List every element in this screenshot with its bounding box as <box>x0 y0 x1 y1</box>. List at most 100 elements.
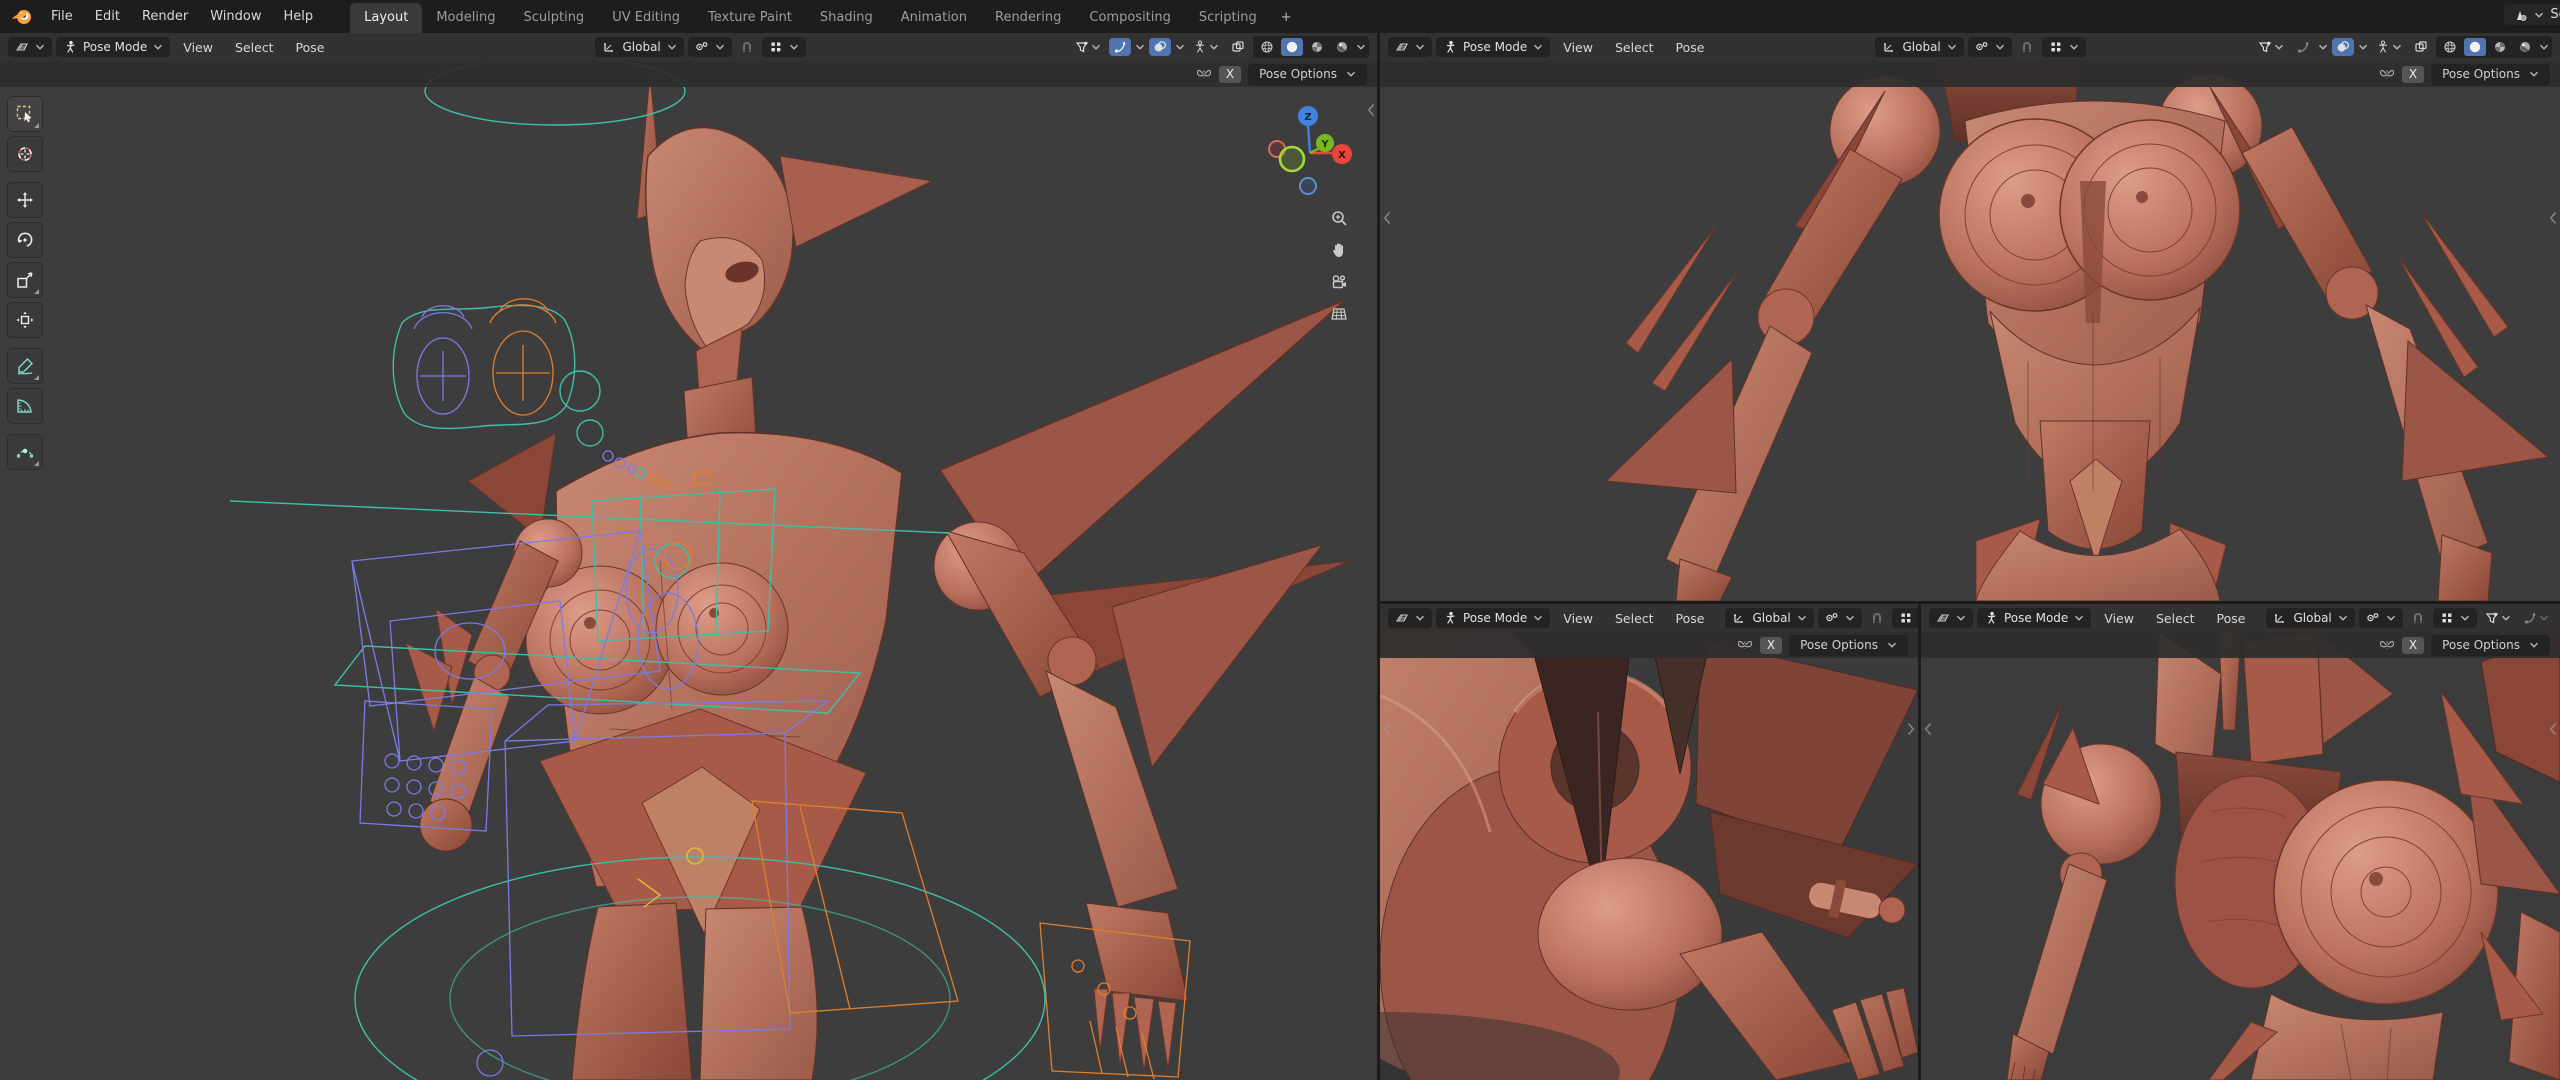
chevron-down-icon[interactable] <box>2358 43 2368 51</box>
shading-wireframe-button[interactable] <box>2439 38 2461 56</box>
viewport-bottom-middle[interactable]: Pose Mode View Select Pose Global <box>1380 604 1918 1080</box>
menu-pose[interactable]: Pose <box>1667 611 1714 626</box>
navigation-gizmo[interactable]: Z Y X <box>1252 69 1372 329</box>
pose-options-dropdown[interactable]: Pose Options <box>1789 635 1908 656</box>
snap-settings[interactable] <box>1892 608 1918 628</box>
menu-view[interactable]: View <box>2095 611 2143 626</box>
region-collapse-arrow[interactable] <box>2549 211 2557 225</box>
tool-scale[interactable] <box>7 262 43 298</box>
viewport-canvas[interactable]: Z Y X <box>0 61 1377 1080</box>
menu-edit[interactable]: Edit <box>84 9 131 24</box>
add-workspace-button[interactable]: + <box>1271 3 1302 33</box>
region-collapse-arrow[interactable] <box>2549 722 2557 736</box>
snap-toggle[interactable] <box>1866 609 1888 627</box>
menu-select[interactable]: Select <box>2147 611 2204 626</box>
viewport-top-right[interactable]: Pose Mode View Select Pose Global <box>1380 33 2560 601</box>
editor-type-button[interactable] <box>8 37 52 57</box>
snap-toggle[interactable] <box>2016 38 2038 56</box>
editor-type-button[interactable] <box>1388 37 1432 57</box>
xray-pose-toggle[interactable] <box>1189 38 1223 56</box>
xray-pose-toggle[interactable] <box>2372 38 2406 56</box>
mirror-x-toggle[interactable]: X <box>1219 66 1241 83</box>
pivot-point-selector[interactable] <box>1818 608 1862 628</box>
menu-help[interactable]: Help <box>273 9 325 24</box>
snap-settings[interactable] <box>2042 37 2086 57</box>
menu-select[interactable]: Select <box>1606 611 1663 626</box>
object-visibility-filter[interactable] <box>2254 38 2288 56</box>
menu-window[interactable]: Window <box>199 9 272 24</box>
chevron-down-icon[interactable] <box>1135 43 1145 51</box>
tool-rotate[interactable] <box>7 222 43 258</box>
pivot-point-selector[interactable] <box>688 37 732 57</box>
region-collapse-arrow[interactable] <box>1383 211 1391 225</box>
show-gizmo-toggle[interactable] <box>2519 609 2553 627</box>
tab-scripting[interactable]: Scripting <box>1185 3 1271 33</box>
menu-pose[interactable]: Pose <box>287 40 334 55</box>
menu-pose[interactable]: Pose <box>2208 611 2255 626</box>
show-overlays-toggle[interactable] <box>2332 38 2354 56</box>
pose-options-dropdown[interactable]: Pose Options <box>2431 635 2550 656</box>
chevron-down-icon[interactable] <box>2539 43 2549 51</box>
pose-options-dropdown[interactable]: Pose Options <box>2431 64 2550 85</box>
menu-render[interactable]: Render <box>131 9 199 24</box>
chevron-down-icon[interactable] <box>1356 43 1366 51</box>
snap-toggle[interactable] <box>2407 609 2429 627</box>
object-visibility-filter[interactable] <box>1071 38 1105 56</box>
tab-shading[interactable]: Shading <box>806 3 887 33</box>
tool-select-box[interactable] <box>7 96 43 132</box>
tab-uv-editing[interactable]: UV Editing <box>598 3 694 33</box>
show-overlays-toggle[interactable] <box>1149 38 1171 56</box>
zoom-icon[interactable] <box>1333 212 1346 225</box>
camera-view-icon[interactable] <box>1333 276 1346 288</box>
viewport-canvas[interactable] <box>1380 61 2560 601</box>
menu-file[interactable]: File <box>40 9 84 24</box>
axis-neg-z-ball[interactable] <box>1300 178 1316 194</box>
menu-pose[interactable]: Pose <box>1667 40 1714 55</box>
mode-selector[interactable]: Pose Mode <box>1436 608 1550 628</box>
pivot-point-selector[interactable] <box>1968 37 2012 57</box>
tool-move[interactable] <box>7 182 43 218</box>
pose-options-dropdown[interactable]: Pose Options <box>1248 64 1367 85</box>
mirror-x-toggle[interactable]: X <box>2402 66 2424 83</box>
menu-view[interactable]: View <box>1554 40 1602 55</box>
editor-type-button[interactable] <box>1929 608 1973 628</box>
shading-rendered-button[interactable] <box>2514 38 2536 56</box>
shading-solid-button[interactable] <box>2464 38 2486 56</box>
shading-wireframe-button[interactable] <box>1256 38 1278 56</box>
tab-texture-paint[interactable]: Texture Paint <box>694 3 806 33</box>
editor-type-button[interactable] <box>1388 608 1432 628</box>
axis-neg-y-ball[interactable] <box>1280 147 1304 171</box>
menu-select[interactable]: Select <box>226 40 283 55</box>
viewport-canvas[interactable] <box>1380 632 1918 1080</box>
menu-view[interactable]: View <box>174 40 222 55</box>
tool-transform[interactable] <box>7 302 43 338</box>
menu-view[interactable]: View <box>1554 611 1602 626</box>
shading-material-button[interactable] <box>1306 38 1328 56</box>
snap-toggle[interactable] <box>736 38 758 56</box>
tool-annotate[interactable] <box>7 348 43 384</box>
show-gizmo-toggle[interactable] <box>1109 38 1131 56</box>
tab-modeling[interactable]: Modeling <box>422 3 509 33</box>
menu-select[interactable]: Select <box>1606 40 1663 55</box>
scene-selector[interactable]: Scene <box>2504 4 2560 25</box>
orientation-selector[interactable]: Global <box>1725 608 1813 628</box>
tab-compositing[interactable]: Compositing <box>1075 3 1185 33</box>
orientation-selector[interactable]: Global <box>1875 37 1963 57</box>
pivot-point-selector[interactable] <box>2359 608 2403 628</box>
tab-sculpting[interactable]: Sculpting <box>509 3 598 33</box>
mode-selector[interactable]: Pose Mode <box>1436 37 1550 57</box>
xray-toggle[interactable] <box>1227 38 1249 56</box>
region-collapse-arrow[interactable] <box>1907 722 1915 736</box>
blender-logo-icon[interactable] <box>10 8 34 26</box>
pan-hand-icon[interactable] <box>1333 243 1343 257</box>
orientation-selector[interactable]: Global <box>595 37 683 57</box>
mirror-x-toggle[interactable]: X <box>2402 637 2424 654</box>
region-collapse-arrow[interactable] <box>1383 722 1391 736</box>
region-collapse-arrow[interactable] <box>1924 722 1932 736</box>
tool-measure[interactable] <box>7 388 43 424</box>
tab-layout[interactable]: Layout <box>350 3 422 33</box>
viewport-main[interactable]: Pose Mode View Select Pose Global <box>0 33 1377 1080</box>
chevron-down-icon[interactable] <box>2318 43 2328 51</box>
orientation-selector[interactable]: Global <box>2266 608 2354 628</box>
object-visibility-filter[interactable] <box>2481 609 2515 627</box>
